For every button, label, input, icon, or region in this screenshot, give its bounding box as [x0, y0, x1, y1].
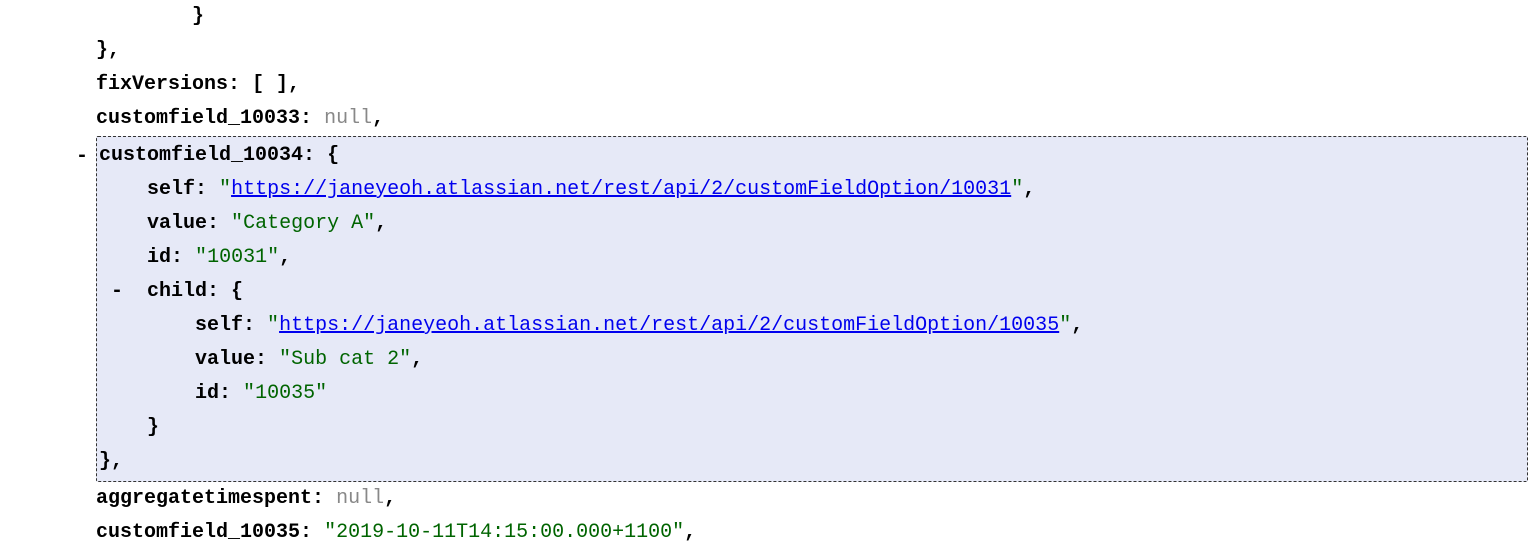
key-value: value	[147, 212, 207, 235]
cf-10035-value: 2019-10-11T14:15:00.000+1100	[336, 521, 672, 544]
self-line-1: self: "https://janeyeoh.atlassian.net/re…	[97, 173, 1527, 207]
value-line-1: value: "Category A",	[97, 207, 1527, 241]
key-cf-10035: customfield_10035	[96, 521, 300, 544]
brace-close: },	[99, 450, 123, 473]
close-brace-line: }	[96, 0, 1528, 34]
self-link-1[interactable]: https://janeyeoh.atlassian.net/rest/api/…	[231, 178, 1011, 201]
json-viewer: } }, fixVersions: [ ], customfield_10033…	[0, 0, 1528, 548]
json-content: } }, fixVersions: [ ], customfield_10033…	[0, 0, 1528, 548]
key-fixversions: fixVersions	[96, 73, 228, 96]
value-subcat2: Sub cat 2	[291, 348, 399, 371]
id-line-2: id: "10035"	[97, 377, 1527, 411]
id-line-1: id: "10031",	[97, 241, 1527, 275]
id-10035: 10035	[255, 382, 315, 405]
empty-array: [ ],	[252, 73, 300, 96]
value-category-a: Category A	[243, 212, 363, 235]
key-child: child	[147, 280, 207, 303]
key-value: value	[195, 348, 255, 371]
self-link-2[interactable]: https://janeyeoh.atlassian.net/rest/api/…	[279, 314, 1059, 337]
null-value: null	[324, 107, 372, 130]
key-id: id	[195, 382, 219, 405]
key-cf-10033: customfield_10033	[96, 107, 300, 130]
collapse-toggle-child[interactable]: -	[111, 275, 123, 309]
key-self: self	[147, 178, 195, 201]
key-id: id	[147, 246, 171, 269]
close-brace-child: }	[97, 411, 1527, 445]
self-line-2: self: "https://janeyeoh.atlassian.net/re…	[97, 309, 1527, 343]
close-brace-line: },	[96, 34, 1528, 68]
key-cf-10034: customfield_10034	[99, 144, 303, 167]
collapse-toggle-10034[interactable]: -	[76, 140, 88, 174]
key-aggregatetimespent: aggregatetimespent	[96, 487, 312, 510]
fixversions-line: fixVersions: [ ],	[96, 68, 1528, 102]
brace-close: }	[192, 5, 204, 28]
customfield-10033-line: customfield_10033: null,	[96, 102, 1528, 136]
brace-close: }	[147, 416, 159, 439]
brace-close: },	[96, 39, 120, 62]
null-value: null	[336, 487, 384, 510]
customfield-10034-line: customfield_10034: {	[97, 139, 1527, 173]
id-10031: 10031	[207, 246, 267, 269]
close-brace-10034: },	[97, 445, 1527, 479]
value-line-2: value: "Sub cat 2",	[97, 343, 1527, 377]
child-line: - child: {	[97, 275, 1527, 309]
aggregatetimespent-line: aggregatetimespent: null,	[96, 482, 1528, 516]
key-self: self	[195, 314, 243, 337]
customfield-10035-line: customfield_10035: "2019-10-11T14:15:00.…	[96, 516, 1528, 548]
highlighted-block-10034: customfield_10034: { self: "https://jane…	[96, 136, 1528, 482]
